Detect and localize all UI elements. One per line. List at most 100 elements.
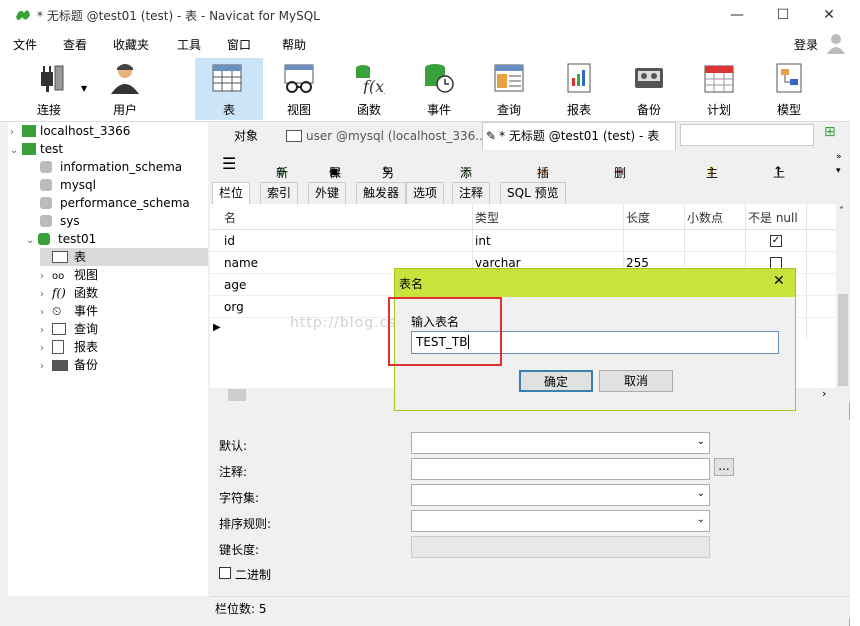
dialog-title-bar: 表名 ✕ [395, 269, 795, 297]
tab-triggers[interactable]: 触发器 [356, 182, 407, 204]
field-name-cell[interactable]: org [224, 300, 244, 314]
maximize-button[interactable]: ☐ [760, 0, 806, 30]
tab-options[interactable]: 选项 [406, 182, 445, 204]
key-length-label: 键长度: [219, 543, 260, 557]
column-header-not-null: 不是 null [748, 211, 798, 225]
table-design-toolbar: ☰ ⊕ 新建 ▣ 保存 ✎ 另存为 +添加栏位 →插入栏位 −删除栏位 ⚷ 主键… [210, 150, 850, 231]
close-button[interactable]: ✕ [806, 0, 852, 30]
field-name-cell[interactable]: age [224, 278, 246, 292]
scrollbar-thumb[interactable] [228, 389, 246, 401]
tree-connection-test[interactable]: ⌄ test [10, 140, 63, 158]
chevron-down-icon[interactable]: ▼ [81, 84, 87, 93]
tree-node-functions[interactable]: › f() 函数 [40, 284, 98, 302]
tree-db-sys[interactable]: sys [40, 212, 80, 230]
scroll-right-icon[interactable]: › [822, 387, 826, 400]
minimize-button[interactable]: — [714, 0, 760, 30]
field-type-cell[interactable]: int [475, 234, 491, 248]
menu-bar: 文件 查看 收藏夹 工具 窗口 帮助 登录 [0, 30, 850, 56]
login-link[interactable]: 登录 [794, 36, 818, 53]
info-panel-icon[interactable]: ⊞ [824, 124, 844, 146]
search-box[interactable] [680, 124, 814, 146]
toolbar-query-button[interactable]: 查询 [477, 58, 541, 120]
collation-select[interactable]: ⌄ [411, 510, 710, 532]
tab-user[interactable]: user @mysql (localhost_336... [282, 124, 482, 148]
tree-node-queries[interactable]: › 查询 [40, 320, 98, 338]
grid-header: 名 类型 长度 小数点 不是 null [210, 204, 836, 230]
schedule-icon [704, 65, 734, 93]
tab-foreign-keys[interactable]: 外键 [308, 182, 347, 204]
toolbar-label: 视图 [286, 103, 311, 117]
toolbar-report-button[interactable]: 报表 [547, 58, 611, 120]
field-sub-tabs: 栏位 索引 外键 触发器 选项 注释 SQL 预览 [210, 180, 850, 204]
database-icon [38, 233, 50, 245]
report-icon [567, 63, 591, 93]
toolbar-function-button[interactable]: f(x) 函数 [337, 58, 401, 120]
background-window [851, 30, 860, 626]
event-icon: ⏲ [52, 304, 62, 318]
user-icon [111, 64, 139, 94]
tree-db-mysql[interactable]: mysql [40, 176, 96, 194]
default-select[interactable]: ⌄ [411, 432, 710, 454]
toolbar-connect-button[interactable]: 连接 [17, 58, 81, 120]
tab-current-table[interactable]: ✎ * 无标题 @test01 (test) - 表 [482, 122, 676, 150]
tab-fields[interactable]: 栏位 [212, 182, 251, 204]
table-row[interactable]: id int ✓ [210, 230, 836, 252]
chevron-down-icon: ⌄ [696, 488, 705, 499]
tab-objects[interactable]: 对象 [210, 124, 282, 148]
menu-tools[interactable]: 工具 [177, 36, 201, 53]
comment-label: 注释: [219, 465, 248, 479]
not-null-checkbox[interactable]: ✓ [770, 235, 782, 247]
cancel-button[interactable]: 取消 [599, 370, 673, 392]
menu-icon[interactable]: ☰ [222, 154, 236, 173]
menu-view[interactable]: 查看 [63, 36, 87, 53]
field-properties: 默认: ⌄ 注释: ... 字符集: ⌄ 排序规则: ⌄ 键长度: 二进制 [210, 420, 850, 596]
tree-db-information-schema[interactable]: information_schema [40, 158, 182, 176]
tree-db-test01[interactable]: ⌄ test01 [26, 230, 96, 248]
tree-connection-localhost[interactable]: › localhost_3366 [10, 122, 130, 140]
field-count: 栏位数: 5 [215, 602, 267, 616]
toolbar-event-button[interactable]: 事件 [407, 58, 471, 120]
comment-more-button[interactable]: ... [714, 458, 734, 476]
scroll-up-icon[interactable]: ˄ [839, 206, 844, 217]
function-icon: f() [52, 286, 66, 300]
navicat-logo-icon [16, 10, 30, 20]
view-icon [284, 64, 314, 93]
menu-file[interactable]: 文件 [13, 36, 37, 53]
toolbar-view-button[interactable]: 视图 [267, 58, 331, 120]
table-icon [52, 251, 68, 263]
tree-db-performance-schema[interactable]: performance_schema [40, 194, 190, 212]
menu-window[interactable]: 窗口 [227, 36, 251, 53]
toolbar-label: 查询 [496, 103, 521, 117]
ok-button[interactable]: 确定 [519, 370, 593, 392]
toolbar-label: 事件 [426, 103, 451, 117]
dialog-close-icon[interactable]: ✕ [773, 273, 785, 289]
toolbar-user-button[interactable]: 用户 [93, 58, 157, 120]
tree-node-backups[interactable]: › 备份 [40, 356, 98, 374]
tree-node-tables[interactable]: 表 [40, 248, 208, 266]
comment-field[interactable] [411, 458, 710, 480]
toolbar-model-button[interactable]: 模型 [757, 58, 821, 120]
charset-select[interactable]: ⌄ [411, 484, 710, 506]
binary-checkbox[interactable] [219, 567, 231, 579]
highlight-box [388, 297, 502, 366]
tree-node-reports[interactable]: › 报表 [40, 338, 98, 356]
field-name-cell[interactable]: id [224, 234, 235, 248]
tab-sql-preview[interactable]: SQL 预览 [500, 182, 566, 204]
scrollbar-thumb[interactable] [838, 294, 848, 386]
tab-comments[interactable]: 注释 [452, 182, 491, 204]
toolbar-overflow-icon[interactable]: » ▾ [836, 150, 842, 178]
column-header-decimals: 小数点 [687, 211, 724, 225]
svg-text:f(x): f(x) [362, 77, 385, 94]
key-length-field [411, 536, 710, 558]
toolbar-schedule-button[interactable]: 计划 [687, 58, 751, 120]
tab-indexes[interactable]: 索引 [260, 182, 299, 204]
menu-favorites[interactable]: 收藏夹 [113, 36, 149, 53]
tree-node-views[interactable]: › oo 视图 [40, 266, 98, 284]
field-name-cell[interactable]: name [224, 256, 258, 270]
tree-node-events[interactable]: › ⏲ 事件 [40, 302, 98, 320]
toolbar-backup-button[interactable]: 备份 [617, 58, 681, 120]
toolbar-label: 连接 [36, 103, 61, 117]
menu-help[interactable]: 帮助 [282, 36, 306, 53]
vertical-scrollbar[interactable]: ˄ [836, 204, 850, 402]
toolbar-table-button[interactable]: 表 [195, 58, 263, 120]
